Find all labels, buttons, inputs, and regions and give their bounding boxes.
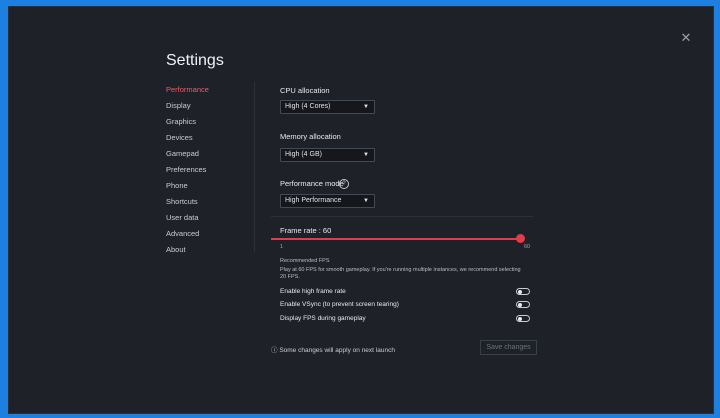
toggle-knob <box>518 316 522 321</box>
chevron-down-icon: ▼ <box>363 198 369 204</box>
section-divider <box>271 216 533 217</box>
cpu-allocation-label: CPU allocation <box>280 86 330 95</box>
frame-rate-min: 1 <box>280 244 284 250</box>
performance-mode-label: Performance mode <box>280 179 344 188</box>
nav-divider <box>254 82 255 252</box>
vsync-toggle[interactable] <box>516 301 530 308</box>
sidebar-item-devices[interactable]: Devices <box>166 130 246 146</box>
restart-notice: ⓘ Some changes will apply on next launch <box>271 344 395 354</box>
cpu-allocation-value: High (4 Cores) <box>285 103 331 110</box>
toggle-label-high-frame-rate: Enable high frame rate <box>280 288 346 295</box>
help-icon[interactable]: ? <box>339 179 349 189</box>
frame-rate-label: Frame rate : 60 <box>280 226 332 235</box>
recommended-fps-text-2: 20 FPS. <box>280 274 300 280</box>
toggle-knob <box>518 289 522 294</box>
sidebar-item-shortcuts[interactable]: Shortcuts <box>166 194 246 210</box>
toggle-label-display-fps: Display FPS during gameplay <box>280 315 366 322</box>
chevron-down-icon: ▼ <box>363 152 369 158</box>
sidebar-item-preferences[interactable]: Preferences <box>166 162 246 178</box>
close-icon[interactable]: ✕ <box>679 31 693 45</box>
sidebar-item-gamepad[interactable]: Gamepad <box>166 146 246 162</box>
sidebar-item-phone[interactable]: Phone <box>166 178 246 194</box>
frame-rate-max: 60 <box>524 244 531 250</box>
toggle-label-vsync: Enable VSync (to prevent screen tearing) <box>280 301 399 308</box>
display-fps-toggle[interactable] <box>516 315 530 322</box>
save-changes-button[interactable]: Save changes <box>480 340 537 355</box>
sidebar-item-advanced[interactable]: Advanced <box>166 226 246 242</box>
memory-allocation-label: Memory allocation <box>280 132 341 141</box>
recommended-fps-text-1: Play at 60 FPS for smooth gameplay. If y… <box>280 267 521 273</box>
page-title: Settings <box>166 52 224 69</box>
sidebar-nav: Performance Display Graphics Devices Gam… <box>166 82 246 258</box>
frame-rate-slider-track[interactable] <box>271 238 520 240</box>
info-icon: ⓘ <box>271 347 278 354</box>
toggle-knob <box>518 302 522 307</box>
high-frame-rate-toggle[interactable] <box>516 288 530 295</box>
memory-allocation-value: High (4 GB) <box>285 151 322 158</box>
chevron-down-icon: ▼ <box>363 104 369 110</box>
restart-notice-text: Some changes will apply on next launch <box>279 347 395 354</box>
sidebar-item-performance[interactable]: Performance <box>166 82 246 98</box>
memory-allocation-select[interactable]: High (4 GB) ▼ <box>280 148 375 162</box>
sidebar-item-about[interactable]: About <box>166 242 246 258</box>
performance-mode-select[interactable]: High Performance ▼ <box>280 194 375 208</box>
frame-rate-slider-thumb[interactable] <box>515 234 525 243</box>
sidebar-item-graphics[interactable]: Graphics <box>166 114 246 130</box>
sidebar-item-display[interactable]: Display <box>166 98 246 114</box>
performance-mode-value: High Performance <box>285 197 342 204</box>
sidebar-item-user-data[interactable]: User data <box>166 210 246 226</box>
cpu-allocation-select[interactable]: High (4 Cores) ▼ <box>280 100 375 114</box>
recommended-fps-title: Recommended FPS <box>280 258 330 264</box>
